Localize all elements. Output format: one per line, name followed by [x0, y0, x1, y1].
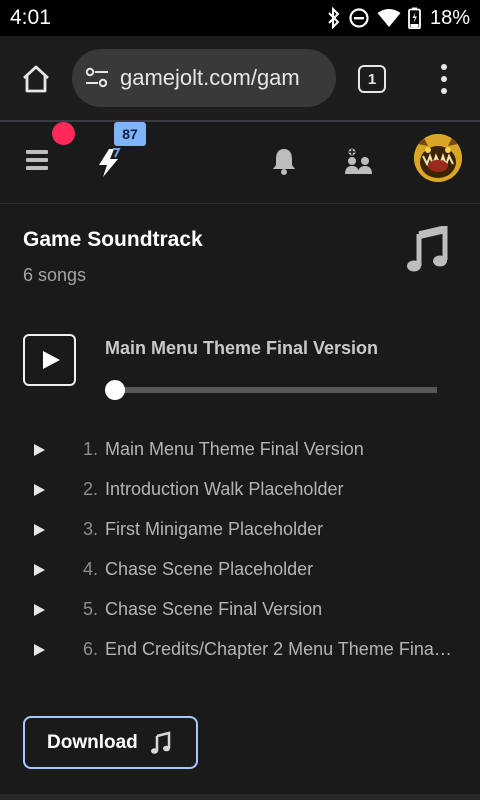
browser-menu-button[interactable] [432, 64, 456, 94]
home-button[interactable] [20, 63, 52, 95]
song-count: 6 songs [23, 265, 87, 285]
music-note-icon [151, 731, 171, 754]
tab-switcher-button[interactable]: 1 [358, 65, 386, 93]
track-number: 4. [82, 559, 98, 579]
play-triangle-icon[interactable] [34, 484, 45, 496]
track-number: 6. [82, 639, 98, 659]
track-item-6[interactable]: 6. End Credits/Chapter 2 Menu Theme Fina… [0, 630, 480, 670]
lightning-bolt-icon[interactable] [96, 148, 124, 178]
play-triangle-icon[interactable] [34, 524, 45, 536]
notification-dot [52, 122, 75, 145]
monster-avatar-icon [414, 134, 462, 182]
track-name[interactable]: End Credits/Chapter 2 Menu Theme Final V… [105, 639, 455, 660]
user-avatar[interactable] [414, 134, 462, 182]
play-triangle-icon[interactable] [34, 644, 45, 656]
friend-requests-icon[interactable] [344, 147, 374, 175]
status-time: 4:01 [10, 6, 51, 29]
url-text[interactable]: gamejolt.com/gam [120, 65, 300, 91]
bottom-edge [0, 794, 480, 800]
track-item-5[interactable]: 5. Chase Scene Final Version [0, 590, 480, 630]
music-note-icon [407, 226, 448, 272]
track-item-4[interactable]: 4. Chase Scene Placeholder [0, 550, 480, 590]
progress-track[interactable] [115, 387, 437, 393]
play-button[interactable] [23, 334, 76, 386]
track-name[interactable]: Introduction Walk Placeholder [105, 479, 455, 500]
battery-icon [408, 7, 421, 29]
play-icon [43, 351, 60, 369]
bluetooth-icon [328, 7, 340, 29]
bell-icon[interactable] [271, 147, 297, 175]
progress-slider-thumb[interactable] [105, 380, 125, 400]
track-name[interactable]: First Minigame Placeholder [105, 519, 455, 540]
track-item-1[interactable]: 1. Main Menu Theme Final Version [0, 430, 480, 470]
track-number: 3. [82, 519, 98, 539]
url-bar[interactable]: gamejolt.com/gam [72, 49, 336, 107]
play-triangle-icon[interactable] [34, 564, 45, 576]
do-not-disturb-icon [349, 8, 369, 28]
wifi-icon [377, 9, 401, 27]
soundtrack-title: Game Soundtrack [23, 228, 203, 251]
status-icons: 18% [327, 5, 470, 31]
track-name[interactable]: Chase Scene Final Version [105, 599, 455, 620]
now-playing-title: Main Menu Theme Final Version [105, 338, 379, 358]
xp-count-badge: 87 [114, 122, 146, 146]
site-settings-icon[interactable] [84, 66, 110, 90]
battery-percent: 18% [429, 6, 470, 29]
download-label: Download [47, 732, 138, 753]
track-number: 2. [82, 479, 98, 499]
play-triangle-icon[interactable] [34, 444, 45, 456]
track-item-2[interactable]: 2. Introduction Walk Placeholder [0, 470, 480, 510]
track-number: 1. [82, 439, 98, 459]
track-name[interactable]: Main Menu Theme Final Version [105, 439, 455, 460]
track-item-3[interactable]: 3. First Minigame Placeholder [0, 510, 480, 550]
download-button[interactable]: Download [23, 716, 198, 769]
track-name[interactable]: Chase Scene Placeholder [105, 559, 455, 580]
home-icon [23, 65, 49, 93]
hamburger-menu-icon[interactable] [26, 150, 48, 170]
site-navbar: 87 [0, 122, 480, 204]
status-bar: 4:01 18% [0, 0, 480, 36]
browser-toolbar: gamejolt.com/gam 1 [0, 36, 480, 122]
track-number: 5. [82, 599, 98, 619]
play-triangle-icon[interactable] [34, 604, 45, 616]
